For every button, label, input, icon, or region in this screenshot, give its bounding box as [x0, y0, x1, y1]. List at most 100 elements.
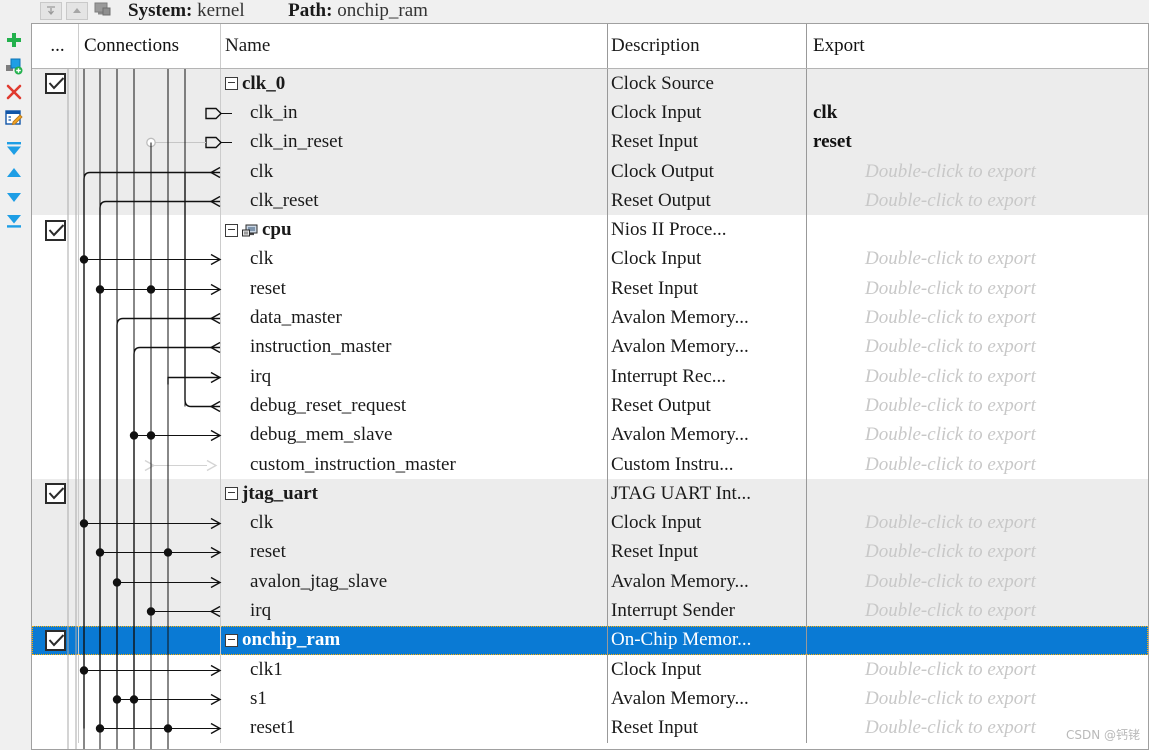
name-cell[interactable]: clk_reset [221, 186, 608, 216]
connections-cell[interactable] [79, 479, 221, 509]
use-cell[interactable] [32, 449, 79, 480]
table-row[interactable]: reset1 Reset Input Double-click to export [32, 713, 1148, 743]
column-header-export[interactable]: Export [807, 24, 1148, 68]
export-cell[interactable] [807, 479, 1148, 508]
export-cell[interactable]: Double-click to export [807, 333, 1148, 362]
table-row[interactable]: custom_instruction_master Custom Instru..… [32, 449, 1148, 480]
use-cell[interactable] [32, 244, 79, 275]
connections-cell[interactable] [79, 186, 221, 216]
export-cell[interactable]: Double-click to export [807, 596, 1148, 625]
table-row[interactable]: clk Clock Input Double-click to export [32, 244, 1148, 275]
export-cell[interactable]: Double-click to export [807, 655, 1148, 684]
use-cell[interactable] [32, 303, 79, 333]
use-cell[interactable] [32, 537, 79, 568]
table-row[interactable]: clk_reset Reset Output Double-click to exp… [32, 186, 1148, 216]
connections-cell[interactable] [79, 274, 221, 304]
name-cell[interactable]: reset [221, 537, 608, 568]
connections-cell[interactable] [79, 244, 221, 275]
connections-cell[interactable] [79, 215, 221, 245]
name-cell[interactable]: s1 [221, 684, 608, 714]
remove-icon[interactable] [4, 82, 26, 104]
connections-cell[interactable] [79, 449, 221, 480]
table-row[interactable]: clk Clock Input Double-click to export [32, 508, 1148, 538]
use-cell[interactable] [32, 127, 79, 157]
collapse-all-icon[interactable] [40, 2, 62, 20]
use-cell[interactable] [32, 479, 79, 509]
add-component-icon[interactable] [4, 56, 26, 78]
use-cell[interactable] [32, 654, 79, 685]
use-cell[interactable] [32, 567, 79, 597]
name-cell[interactable]: custom_instruction_master [221, 449, 608, 480]
system-icon[interactable] [94, 2, 114, 20]
use-cell[interactable] [32, 361, 79, 392]
table-row[interactable]: clk1 Clock Input Double-click to export [32, 654, 1148, 685]
export-cell[interactable]: clk [807, 98, 1148, 127]
edit-icon[interactable] [4, 108, 26, 130]
connections-cell[interactable] [79, 567, 221, 597]
connections-cell[interactable] [79, 156, 221, 187]
use-cell[interactable] [32, 215, 79, 245]
connections-cell[interactable] [79, 537, 221, 568]
export-cell[interactable]: Double-click to export [807, 274, 1148, 303]
table-row[interactable]: data_master Avalon Memory... Double-click … [32, 303, 1148, 333]
export-cell[interactable]: Double-click to export [807, 508, 1148, 537]
export-cell[interactable] [807, 626, 1148, 655]
move-to-top-icon[interactable] [4, 140, 26, 160]
use-cell[interactable] [32, 420, 79, 450]
table-row[interactable]: clk_0 Clock Source [32, 69, 1148, 99]
export-cell[interactable] [807, 215, 1148, 244]
name-cell[interactable]: clk_in [221, 98, 608, 128]
add-icon[interactable] [4, 30, 26, 52]
name-cell[interactable]: instruction_master [221, 332, 608, 362]
expand-collapse-icon[interactable] [225, 77, 238, 91]
table-row[interactable]: irq Interrupt Rec... Double-click to expor… [32, 361, 1148, 392]
use-cell[interactable] [32, 332, 79, 362]
table-row[interactable]: irq Interrupt Sender Double-click to expor… [32, 596, 1148, 626]
connections-cell[interactable] [79, 303, 221, 333]
use-checkbox[interactable] [44, 73, 66, 95]
export-cell[interactable] [807, 69, 1148, 98]
table-row[interactable]: debug_mem_slave Avalon Memory... Double-cl… [32, 420, 1148, 450]
move-down-icon[interactable] [4, 188, 26, 208]
use-checkbox[interactable] [44, 483, 66, 505]
name-cell[interactable]: debug_mem_slave [221, 420, 608, 450]
table-row[interactable]: instruction_master Avalon Memory... Double… [32, 332, 1148, 362]
connections-cell[interactable] [79, 332, 221, 362]
table-row[interactable]: reset Reset Input Double-click to export [32, 274, 1148, 304]
table-row[interactable]: cpu Nios II Proce... [32, 215, 1148, 245]
use-cell[interactable] [32, 596, 79, 626]
move-to-bottom-icon[interactable] [4, 212, 26, 232]
use-cell[interactable] [32, 713, 79, 743]
table-row[interactable]: s1 Avalon Memory... Double-click to export [32, 684, 1148, 714]
connections-cell[interactable] [79, 508, 221, 538]
name-cell[interactable]: reset [221, 274, 608, 304]
export-cell[interactable]: reset [807, 128, 1148, 157]
table-row[interactable]: avalon_jtag_slave Avalon Memory... Double-… [32, 567, 1148, 597]
table-row[interactable]: onchip_ram On-Chip Memor... [32, 625, 1148, 655]
name-cell[interactable]: clk [221, 156, 608, 187]
name-cell[interactable]: irq [221, 596, 608, 626]
use-cell[interactable] [32, 625, 79, 655]
connections-cell[interactable] [79, 654, 221, 685]
use-cell[interactable] [32, 684, 79, 714]
name-cell[interactable]: cpu [221, 215, 608, 245]
table-row[interactable]: reset Reset Input Double-click to export [32, 537, 1148, 568]
connections-cell[interactable] [79, 684, 221, 714]
name-cell[interactable]: clk_0 [221, 69, 608, 99]
table-row[interactable]: clk_in Clock Input clk [32, 98, 1148, 128]
table-row[interactable]: jtag_uart JTAG UART Int... [32, 479, 1148, 509]
move-up-icon[interactable] [4, 164, 26, 184]
export-cell[interactable]: Double-click to export [807, 421, 1148, 450]
name-cell[interactable]: reset1 [221, 713, 608, 743]
table-row[interactable]: clk_in_reset Reset Input reset [32, 127, 1148, 157]
name-cell[interactable]: clk1 [221, 654, 608, 685]
name-cell[interactable]: clk [221, 244, 608, 275]
export-cell[interactable]: Double-click to export [807, 450, 1148, 479]
use-cell[interactable] [32, 186, 79, 216]
expand-up-icon[interactable] [66, 2, 88, 20]
connections-cell[interactable] [79, 420, 221, 450]
export-cell[interactable]: Double-click to export [807, 538, 1148, 567]
table-row[interactable]: debug_reset_request Reset Output Double-cl… [32, 391, 1148, 421]
column-header-use[interactable]: ... [32, 24, 79, 68]
connections-cell[interactable] [79, 98, 221, 128]
